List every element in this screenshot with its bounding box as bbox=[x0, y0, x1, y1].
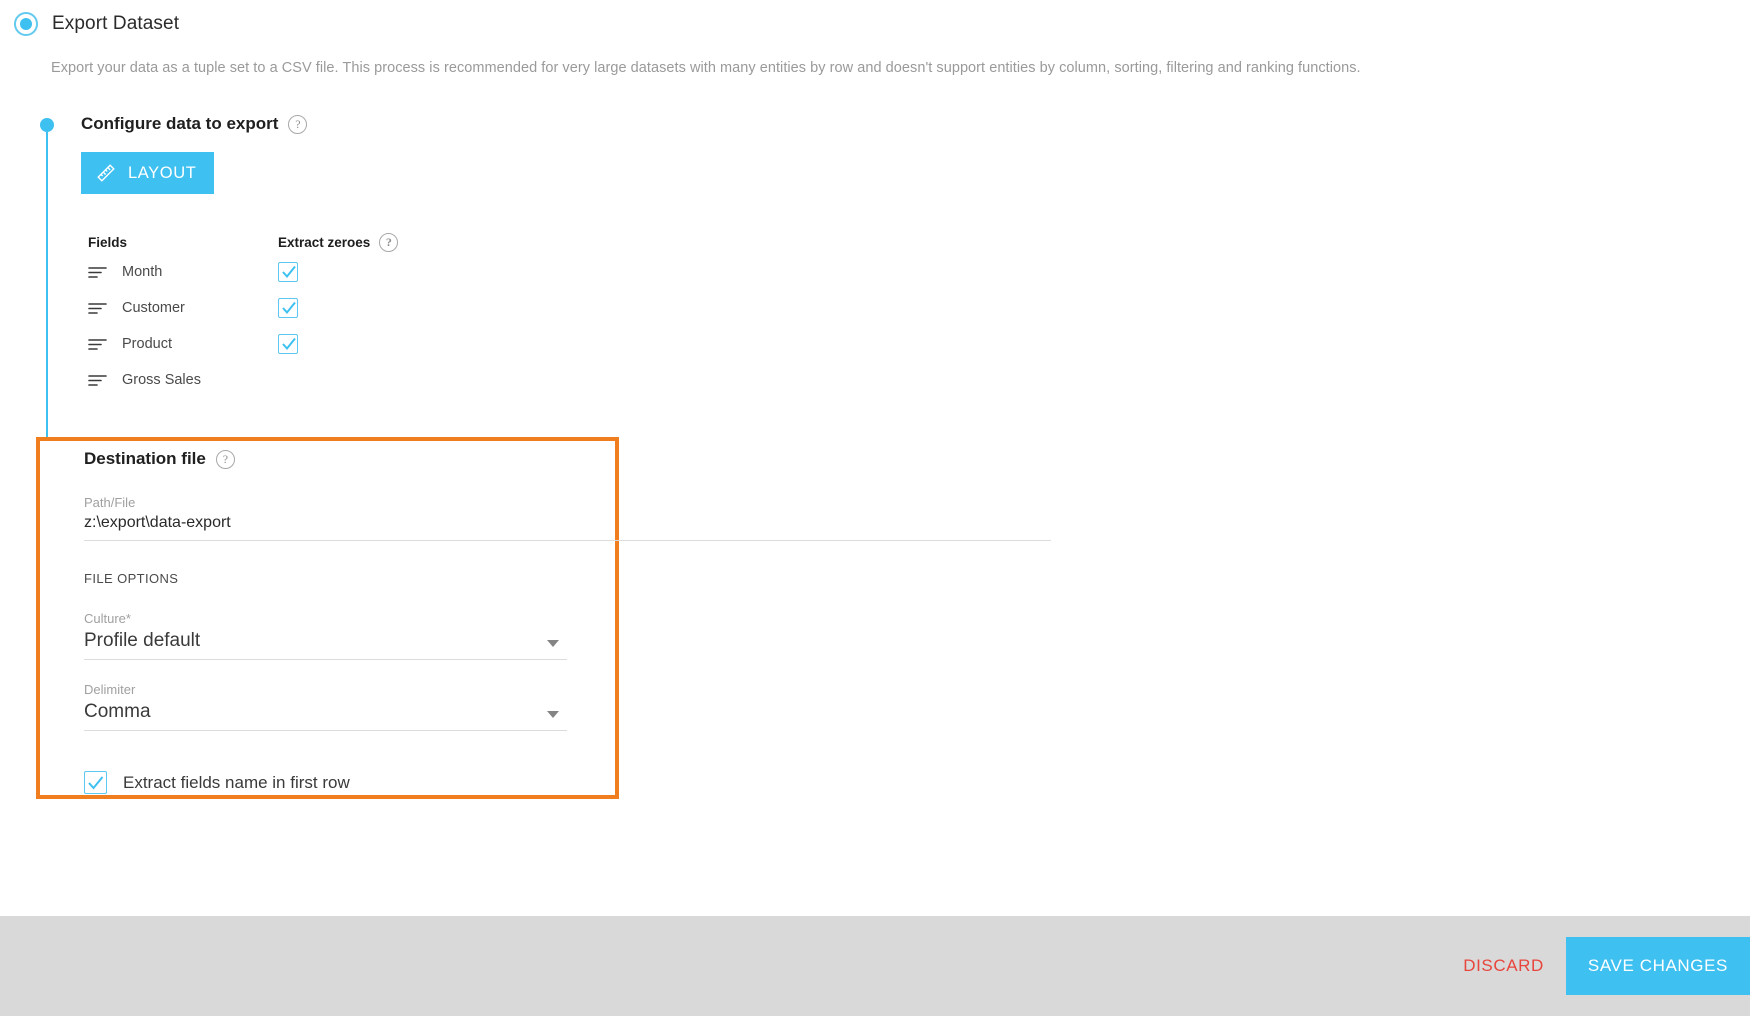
delimiter-select-value[interactable] bbox=[84, 701, 567, 731]
ruler-icon bbox=[95, 162, 117, 184]
save-changes-button[interactable]: SAVE CHANGES bbox=[1565, 937, 1750, 995]
extract-fields-name-row[interactable]: Extract fields name in first row bbox=[84, 771, 584, 794]
help-icon[interactable]: ? bbox=[288, 114, 308, 134]
culture-label-text: Culture bbox=[84, 611, 126, 626]
culture-select[interactable] bbox=[84, 630, 567, 660]
export-dataset-page: Export Dataset Export your data as a tup… bbox=[0, 0, 1750, 1016]
export-dataset-radio[interactable] bbox=[14, 12, 38, 36]
extract-zeroes-help-icon[interactable]: ? bbox=[379, 232, 399, 252]
fields-table-header: Fields Extract zeroes ? bbox=[88, 230, 508, 254]
table-row: Gross Sales bbox=[88, 362, 508, 398]
extract-zeroes-cell bbox=[278, 334, 398, 354]
configure-data-section: Configure data to export ? LAYOUT bbox=[81, 114, 308, 194]
extract-fields-name-label: Extract fields name in first row bbox=[123, 772, 350, 792]
field-name: Month bbox=[122, 264, 163, 280]
field-cell: Product bbox=[88, 336, 278, 352]
column-header-extract-zeroes: Extract zeroes ? bbox=[278, 232, 399, 252]
field-lines-icon bbox=[88, 301, 108, 315]
action-bar: DISCARD SAVE CHANGES bbox=[0, 916, 1750, 1016]
delimiter-select[interactable] bbox=[84, 701, 567, 731]
extract-zeroes-checkbox[interactable] bbox=[278, 298, 298, 318]
field-cell: Customer bbox=[88, 300, 278, 316]
field-name: Gross Sales bbox=[122, 372, 201, 388]
extract-zeroes-cell-empty bbox=[278, 370, 398, 390]
page-title: Export Dataset bbox=[52, 13, 180, 34]
table-row: Month bbox=[88, 254, 508, 290]
path-file-input[interactable] bbox=[84, 514, 1051, 541]
extract-zeroes-checkbox[interactable] bbox=[278, 262, 298, 282]
extract-zeroes-cell bbox=[278, 262, 398, 282]
field-cell: Month bbox=[88, 264, 278, 280]
timeline-connector bbox=[46, 130, 48, 452]
path-file-label: Path/File bbox=[84, 495, 136, 510]
file-options-label: FILE OPTIONS bbox=[84, 571, 179, 586]
layout-button-label: LAYOUT bbox=[128, 163, 197, 182]
destination-section-header: Destination file ? bbox=[84, 449, 584, 469]
field-name: Customer bbox=[122, 300, 185, 316]
extract-fields-name-checkbox[interactable] bbox=[84, 771, 107, 794]
column-header-extract-zeroes-label: Extract zeroes bbox=[278, 234, 371, 250]
destination-file-content: Destination file ? Path/File FILE OPTION… bbox=[84, 449, 1051, 794]
culture-required-mark: * bbox=[125, 611, 131, 626]
radio-inner-dot bbox=[20, 18, 32, 30]
destination-file-panel: Destination file ? Path/File FILE OPTION… bbox=[36, 437, 1051, 799]
layout-button[interactable]: LAYOUT bbox=[81, 152, 215, 194]
field-lines-icon bbox=[88, 265, 108, 279]
field-cell: Gross Sales bbox=[88, 372, 278, 388]
table-row: Customer bbox=[88, 290, 508, 326]
no-checkbox-placeholder bbox=[278, 370, 298, 390]
chevron-down-icon[interactable] bbox=[547, 640, 559, 647]
field-name: Product bbox=[122, 336, 172, 352]
configure-section-header: Configure data to export ? bbox=[81, 114, 308, 134]
culture-select-value[interactable] bbox=[84, 630, 567, 660]
export-dataset-header: Export Dataset bbox=[0, 0, 179, 36]
table-row: Product bbox=[88, 326, 508, 362]
page-description: Export your data as a tuple set to a CSV… bbox=[51, 60, 1361, 76]
delimiter-label: Delimiter bbox=[84, 682, 136, 697]
configure-section-title: Configure data to export bbox=[81, 114, 279, 133]
fields-table: Fields Extract zeroes ? Month Customer P… bbox=[88, 230, 508, 398]
discard-button[interactable]: DISCARD bbox=[1441, 944, 1566, 988]
field-lines-icon bbox=[88, 373, 108, 387]
destination-section-title: Destination file bbox=[84, 449, 206, 468]
timeline-dot-configure bbox=[40, 118, 54, 132]
destination-help-icon[interactable]: ? bbox=[215, 449, 235, 469]
extract-zeroes-cell bbox=[278, 298, 398, 318]
extract-zeroes-checkbox[interactable] bbox=[278, 334, 298, 354]
field-lines-icon bbox=[88, 337, 108, 351]
column-header-fields: Fields bbox=[88, 234, 128, 250]
chevron-down-icon[interactable] bbox=[547, 711, 559, 718]
culture-label: Culture* bbox=[84, 611, 584, 626]
